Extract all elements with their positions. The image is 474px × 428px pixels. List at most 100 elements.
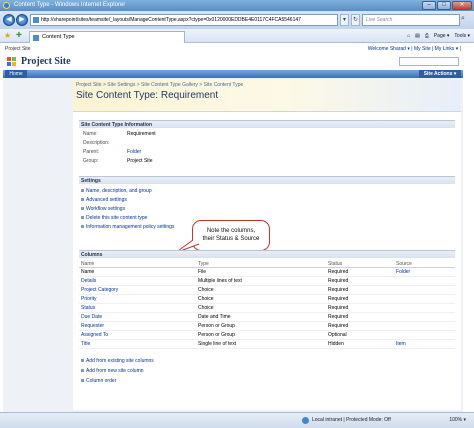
bullet-icon (81, 207, 84, 211)
parent-link[interactable]: Folder (127, 149, 141, 156)
security-zone: Local intranet | Protected Mode: Off (312, 417, 391, 423)
back-icon[interactable]: ◀ (3, 14, 15, 26)
site-actions-menu[interactable]: Site Actions ▾ (419, 70, 461, 78)
columns-section-heading: Columns (79, 250, 455, 258)
column-status: Hidden (328, 341, 344, 347)
add-favorites-icon[interactable]: ✚ (16, 31, 22, 39)
info-value: Project Site (127, 158, 153, 164)
column-source-link[interactable]: Item (396, 340, 406, 349)
home-icon[interactable]: ⌂ (407, 31, 410, 41)
nav-home-tab[interactable]: Home (5, 70, 27, 78)
settings-link-delete[interactable]: Delete this site content type (81, 215, 147, 222)
settings-link-label[interactable]: Name, description, and group (86, 188, 152, 194)
column-type: Person or Group (198, 323, 235, 329)
footer-link-label[interactable]: Add from new site column (86, 368, 144, 374)
col-header-type: Type (198, 261, 209, 267)
footer-link-label[interactable]: Add from existing site columns (86, 358, 154, 364)
column-type: Person or Group (198, 332, 235, 338)
site-search-input[interactable] (399, 57, 459, 66)
breadcrumb[interactable]: Project Site > Site Settings > Site Cont… (76, 82, 243, 88)
column-status: Required (328, 269, 349, 275)
bullet-icon (81, 379, 84, 383)
column-name-link[interactable]: Requester (81, 322, 104, 331)
settings-link-advanced[interactable]: Advanced settings (81, 197, 127, 204)
column-type: Date and Time (198, 314, 231, 320)
info-key: Parent: (83, 149, 100, 155)
refresh-icon[interactable]: ↻ (351, 14, 360, 26)
dropdown-icon[interactable]: ▾ (340, 14, 349, 26)
bullet-icon (81, 359, 84, 363)
column-type: Choice (198, 296, 214, 302)
live-search-input[interactable]: Live Search ⌕ (362, 14, 465, 26)
footer-link-label[interactable]: Column order (86, 378, 116, 384)
forward-icon[interactable]: ▶ (16, 14, 28, 26)
column-name-link[interactable]: Due Date (81, 313, 102, 322)
column-name-link[interactable]: Status (81, 304, 95, 313)
column-name-link[interactable]: Assigned To (81, 331, 108, 340)
table-row: Status Choice Required (79, 304, 455, 313)
sharepoint-logo-icon (7, 57, 17, 67)
minimize-button[interactable]: – (422, 1, 436, 10)
welcome-menu[interactable]: Welcome Sharad ▾ | My Site | My Links ▾ … (368, 44, 461, 54)
site-title[interactable]: Project Site (21, 56, 71, 67)
tab-row: ★ ✚ Content Type ⌂ ▤ ⎙ Page ▾ Tools ▾ (0, 29, 474, 43)
column-name-link[interactable]: Priority (81, 295, 97, 304)
table-row: Priority Choice Required (79, 295, 455, 304)
search-icon[interactable]: ⌕ (461, 14, 471, 26)
column-name-link[interactable]: Title (81, 340, 90, 349)
column-type: Choice (198, 287, 214, 293)
tab-content-type[interactable]: Content Type (29, 31, 185, 43)
print-icon[interactable]: ⎙ (425, 31, 429, 41)
column-order-link[interactable]: Column order (81, 378, 116, 385)
column-type: Single line of text (198, 341, 237, 347)
page-menu[interactable]: Page ▾ (434, 31, 450, 41)
tools-menu[interactable]: Tools ▾ (454, 31, 470, 41)
bullet-icon (81, 216, 84, 220)
settings-link-name[interactable]: Name, description, and group (81, 188, 152, 195)
settings-link-label[interactable]: Workflow settings (86, 206, 125, 212)
column-status: Optional (328, 332, 347, 338)
ie-icon (3, 2, 10, 9)
table-row: Details Multiple lines of text Required (79, 277, 455, 286)
settings-link-policy[interactable]: Information management policy settings (81, 224, 174, 231)
col-header-name: Name (81, 261, 95, 267)
settings-link-label[interactable]: Advanced settings (86, 197, 127, 203)
zoom-control[interactable]: 100% ▾ (449, 413, 466, 427)
info-key: Name: (83, 131, 98, 137)
table-row: Assigned To Person or Group Optional (79, 331, 455, 340)
top-nav-bar: Home Site Actions ▾ (3, 70, 463, 78)
callout-line-1: Note the columns, (206, 228, 256, 234)
feeds-icon[interactable]: ▤ (415, 31, 420, 41)
favorites-star-icon[interactable]: ★ (4, 31, 11, 40)
status-bar: Local intranet | Protected Mode: Off 100… (0, 412, 474, 428)
column-name-link[interactable]: Details (81, 277, 96, 286)
sp-header: Project Site (3, 54, 463, 70)
column-name: Name (81, 269, 95, 275)
table-row: Project Category Choice Required (79, 286, 455, 295)
table-row: Name File Required Folder (79, 268, 455, 277)
page-title: Site Content Type: Requirement (76, 90, 219, 101)
settings-link-label[interactable]: Delete this site content type (86, 215, 147, 221)
column-name-link[interactable]: Project Category (81, 286, 118, 295)
column-type: Choice (198, 305, 214, 311)
column-status: Required (328, 314, 349, 320)
url-input[interactable]: http://sharepoint/sites/teamsite/_layout… (30, 14, 338, 26)
settings-link-workflow[interactable]: Workflow settings (81, 206, 125, 213)
site-link[interactable]: Project Site (5, 44, 31, 54)
maximize-button[interactable]: □ (437, 1, 451, 10)
url-text: http://sharepoint/sites/teamsite/_layout… (41, 17, 301, 23)
column-status: Required (328, 278, 349, 284)
close-button[interactable]: ✕ (452, 1, 472, 10)
bullet-icon (81, 369, 84, 373)
column-status: Required (328, 323, 349, 329)
bullet-icon (81, 198, 84, 202)
col-header-status: Status (328, 261, 343, 267)
column-type: Multiple lines of text (198, 278, 242, 284)
add-new-column-link[interactable]: Add from new site column (81, 368, 144, 375)
sp-global-bar: Project Site Welcome Sharad ▾ | My Site … (3, 44, 463, 54)
info-key: Group: (83, 158, 99, 164)
column-source-link[interactable]: Folder (396, 268, 410, 277)
settings-link-label[interactable]: Information management policy settings (86, 224, 174, 230)
table-row: Title Single line of text Hidden Item (79, 340, 455, 349)
add-existing-column-link[interactable]: Add from existing site columns (81, 358, 154, 365)
